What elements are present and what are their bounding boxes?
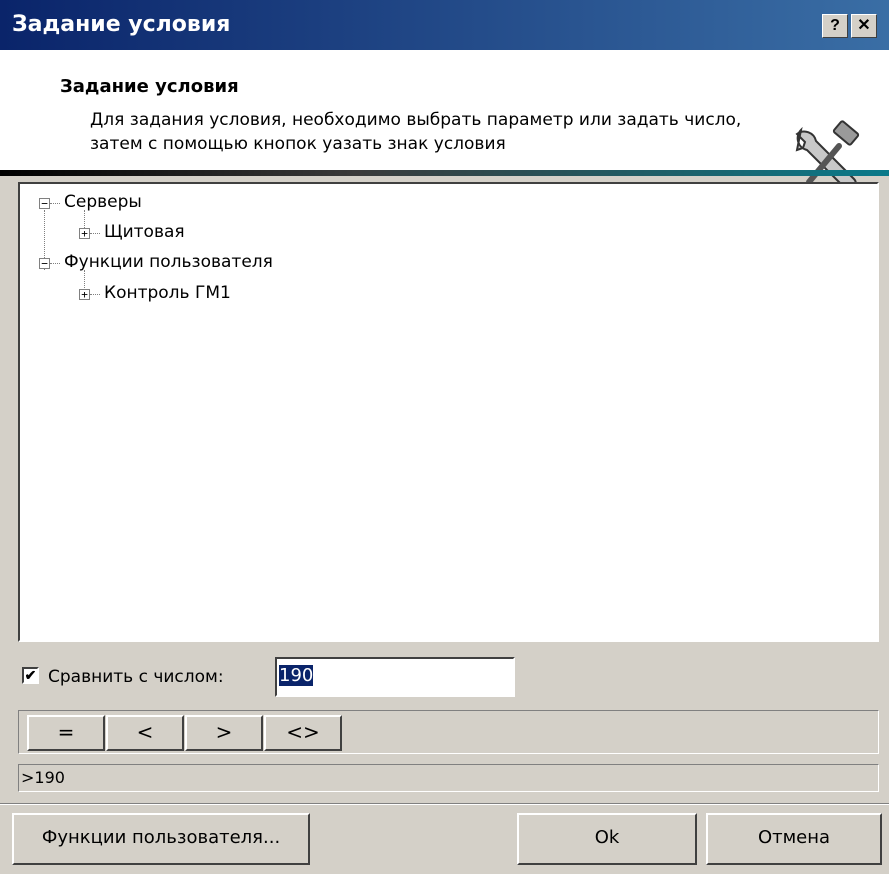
- condition-dialog: Задание условия ? ✕ Задание условия Для …: [0, 0, 889, 874]
- equals-button[interactable]: =: [27, 715, 105, 751]
- operator-panel: = < > <>: [18, 710, 879, 754]
- condition-result: >190: [18, 764, 879, 792]
- expand-icon[interactable]: +: [79, 289, 90, 300]
- tree-line: [50, 263, 60, 264]
- tree-node-control-gm1[interactable]: Контроль ГМ1: [104, 283, 231, 303]
- tree-line: [90, 233, 100, 234]
- collapse-icon[interactable]: −: [39, 258, 50, 269]
- not-equal-button[interactable]: <>: [264, 715, 342, 751]
- tree-line: [50, 203, 60, 204]
- tree-node-servers[interactable]: Серверы: [64, 192, 142, 212]
- less-than-button[interactable]: <: [106, 715, 184, 751]
- header-description: Для задания условия, необходимо выбрать …: [90, 110, 742, 154]
- compare-label: Сравнить с числом:: [48, 667, 224, 687]
- close-button[interactable]: ✕: [851, 14, 877, 38]
- tree-line: [90, 294, 100, 295]
- number-input[interactable]: 190: [275, 657, 515, 697]
- collapse-icon[interactable]: −: [39, 198, 50, 209]
- cancel-button[interactable]: Отмена: [706, 813, 882, 865]
- header-separator: [0, 170, 889, 176]
- greater-than-button[interactable]: >: [185, 715, 263, 751]
- compare-checkbox[interactable]: ✔: [22, 667, 39, 684]
- window-title: Задание условия: [12, 12, 231, 37]
- number-input-value: 190: [279, 665, 314, 686]
- tree-line: [84, 270, 85, 290]
- header-title: Задание условия: [60, 76, 239, 97]
- title-bar: Задание условия ? ✕: [0, 0, 889, 50]
- parameter-tree[interactable]: − Серверы + Щитовая − Функции пользовате…: [18, 182, 879, 642]
- tree-node-user-functions[interactable]: Функции пользователя: [64, 252, 273, 272]
- user-functions-button[interactable]: Функции пользователя...: [12, 813, 310, 865]
- expand-icon[interactable]: +: [79, 228, 90, 239]
- footer-separator: [0, 803, 889, 805]
- tree-node-switchboard[interactable]: Щитовая: [104, 222, 185, 242]
- dialog-header: Задание условия Для задания условия, нео…: [0, 50, 889, 191]
- help-button[interactable]: ?: [822, 14, 848, 38]
- ok-button[interactable]: Ok: [517, 813, 697, 865]
